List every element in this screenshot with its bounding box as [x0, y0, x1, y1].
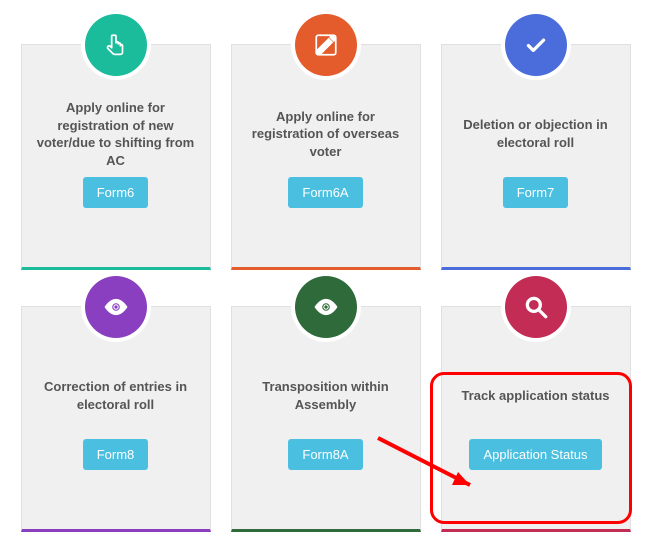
card-form8a[interactable]: Transposition within Assembly Form8A [231, 306, 421, 532]
card-title: Apply online for registration of oversea… [244, 99, 408, 169]
card-title: Track application status [459, 361, 611, 431]
card-form7[interactable]: Deletion or objection in electoral roll … [441, 44, 631, 270]
search-icon [505, 276, 567, 338]
form6a-button[interactable]: Form6A [288, 177, 362, 208]
card-title: Transposition within Assembly [244, 361, 408, 431]
eye-icon [295, 276, 357, 338]
form6-button[interactable]: Form6 [83, 177, 149, 208]
application-status-button[interactable]: Application Status [469, 439, 601, 470]
card-form8[interactable]: Correction of entries in electoral roll … [21, 306, 211, 532]
card-title: Deletion or objection in electoral roll [454, 99, 618, 169]
card-grid: Apply online for registration of new vot… [0, 0, 651, 532]
card-application-status[interactable]: Track application status Application Sta… [441, 306, 631, 532]
form8a-button[interactable]: Form8A [288, 439, 362, 470]
edit-icon [295, 14, 357, 76]
form7-button[interactable]: Form7 [503, 177, 569, 208]
form8-button[interactable]: Form8 [83, 439, 149, 470]
pointer-icon [85, 14, 147, 76]
eye-icon [85, 276, 147, 338]
card-form6a[interactable]: Apply online for registration of oversea… [231, 44, 421, 270]
card-title: Apply online for registration of new vot… [34, 99, 198, 169]
card-form6[interactable]: Apply online for registration of new vot… [21, 44, 211, 270]
check-icon [505, 14, 567, 76]
card-title: Correction of entries in electoral roll [34, 361, 198, 431]
